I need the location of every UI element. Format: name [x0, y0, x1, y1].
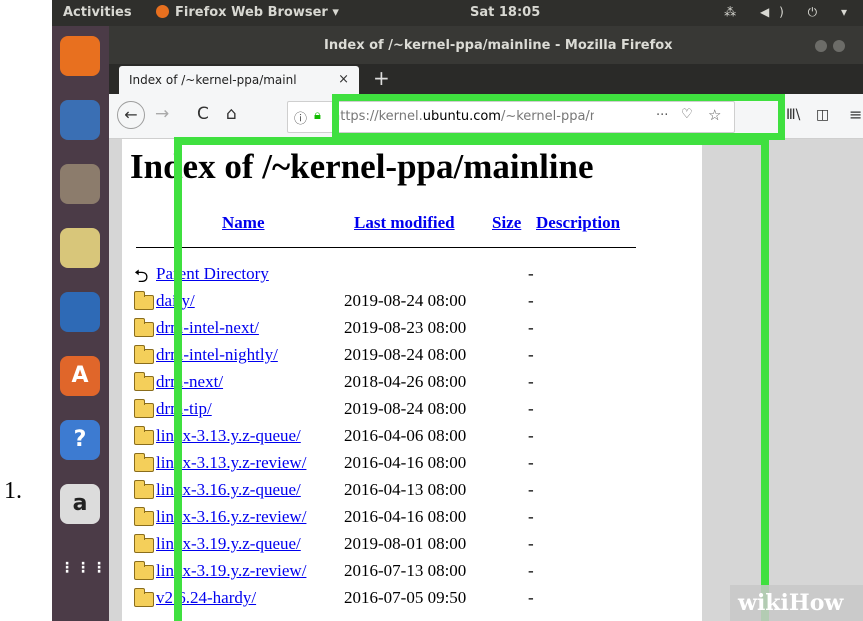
home-button[interactable]: ⌂ — [226, 104, 237, 124]
back-button[interactable]: ← — [117, 101, 145, 129]
dock-thunderbird-icon[interactable] — [60, 100, 100, 140]
app-menu[interactable]: Firefox Web Browser ▾ — [156, 5, 339, 20]
desktop-screen: Activities Firefox Web Browser ▾ Sat 18:… — [52, 0, 863, 621]
watermark-wiki: wiki — [738, 590, 789, 616]
reload-button[interactable]: C — [197, 104, 209, 124]
minimize-button[interactable] — [815, 40, 827, 52]
tab-active[interactable]: Index of /~kernel-ppa/mainl × — [119, 66, 359, 94]
maximize-button[interactable] — [833, 40, 845, 52]
sidebar-icon[interactable]: ◫ — [816, 107, 829, 123]
dock-show-apps-glyph: ⋮⋮⋮ — [60, 560, 108, 576]
window-title-bar: Index of /~kernel-ppa/mainline - Mozilla… — [109, 26, 863, 64]
wikihow-watermark: wikiHow — [730, 585, 863, 621]
new-tab-button[interactable]: + — [373, 66, 390, 90]
folder-icon — [134, 588, 154, 607]
info-icon[interactable]: ⓘ — [294, 108, 307, 127]
hamburger-menu-icon[interactable]: ≡ — [849, 105, 862, 124]
folder-icon — [134, 534, 154, 553]
url-bar-highlight — [332, 94, 785, 140]
step-number: 1. — [4, 478, 22, 504]
dock-software-glyph: A — [71, 363, 89, 388]
ubuntu-dock: A? a ⋮⋮⋮ — [52, 26, 109, 621]
firefox-small-icon — [156, 5, 169, 18]
activities-button[interactable]: Activities — [63, 5, 132, 20]
dock-amazon-glyph: a — [72, 491, 88, 516]
dock-rhythmbox-icon[interactable] — [60, 228, 100, 268]
folder-icon — [134, 399, 154, 418]
folder-icon — [134, 507, 154, 526]
dock-files-icon[interactable] — [60, 164, 100, 204]
folder-icon — [134, 291, 154, 310]
dock-help-icon[interactable]: ? — [60, 420, 100, 460]
tab-close-icon[interactable]: × — [338, 72, 349, 87]
system-tray[interactable]: ⁂ ◀) ⏻ ▾ — [724, 5, 857, 20]
dock-software-icon[interactable]: A — [60, 356, 100, 396]
tab-strip: Index of /~kernel-ppa/mainl × + — [109, 64, 863, 94]
folder-icon — [134, 372, 154, 391]
tab-label: Index of /~kernel-ppa/mainl — [129, 73, 297, 87]
window-title: Index of /~kernel-ppa/mainline - Mozilla… — [324, 38, 673, 53]
dock-amazon-icon[interactable]: a — [60, 484, 100, 524]
ubuntu-top-bar: Activities Firefox Web Browser ▾ Sat 18:… — [52, 0, 863, 26]
folder-icon — [134, 561, 154, 580]
dock-show-apps-icon[interactable]: ⋮⋮⋮ — [60, 548, 108, 588]
folder-icon — [134, 345, 154, 364]
dock-writer-icon[interactable] — [60, 292, 100, 332]
watermark-how: How — [788, 590, 844, 616]
folder-icon — [134, 480, 154, 499]
folder-icon — [134, 426, 154, 445]
library-icon[interactable]: Ⅲ\ — [786, 107, 800, 123]
back-arrow-icon: ⮌ — [134, 266, 149, 286]
page-highlight — [174, 137, 769, 621]
folder-icon — [134, 318, 154, 337]
lock-icon: 🔒︎ — [314, 108, 321, 123]
clock[interactable]: Sat 18:05 — [470, 5, 540, 20]
dock-help-glyph: ? — [73, 427, 87, 452]
folder-icon — [134, 453, 154, 472]
forward-button[interactable]: → — [155, 104, 169, 124]
dock-firefox-icon[interactable] — [60, 36, 100, 76]
app-menu-label: Firefox Web Browser ▾ — [175, 5, 339, 20]
